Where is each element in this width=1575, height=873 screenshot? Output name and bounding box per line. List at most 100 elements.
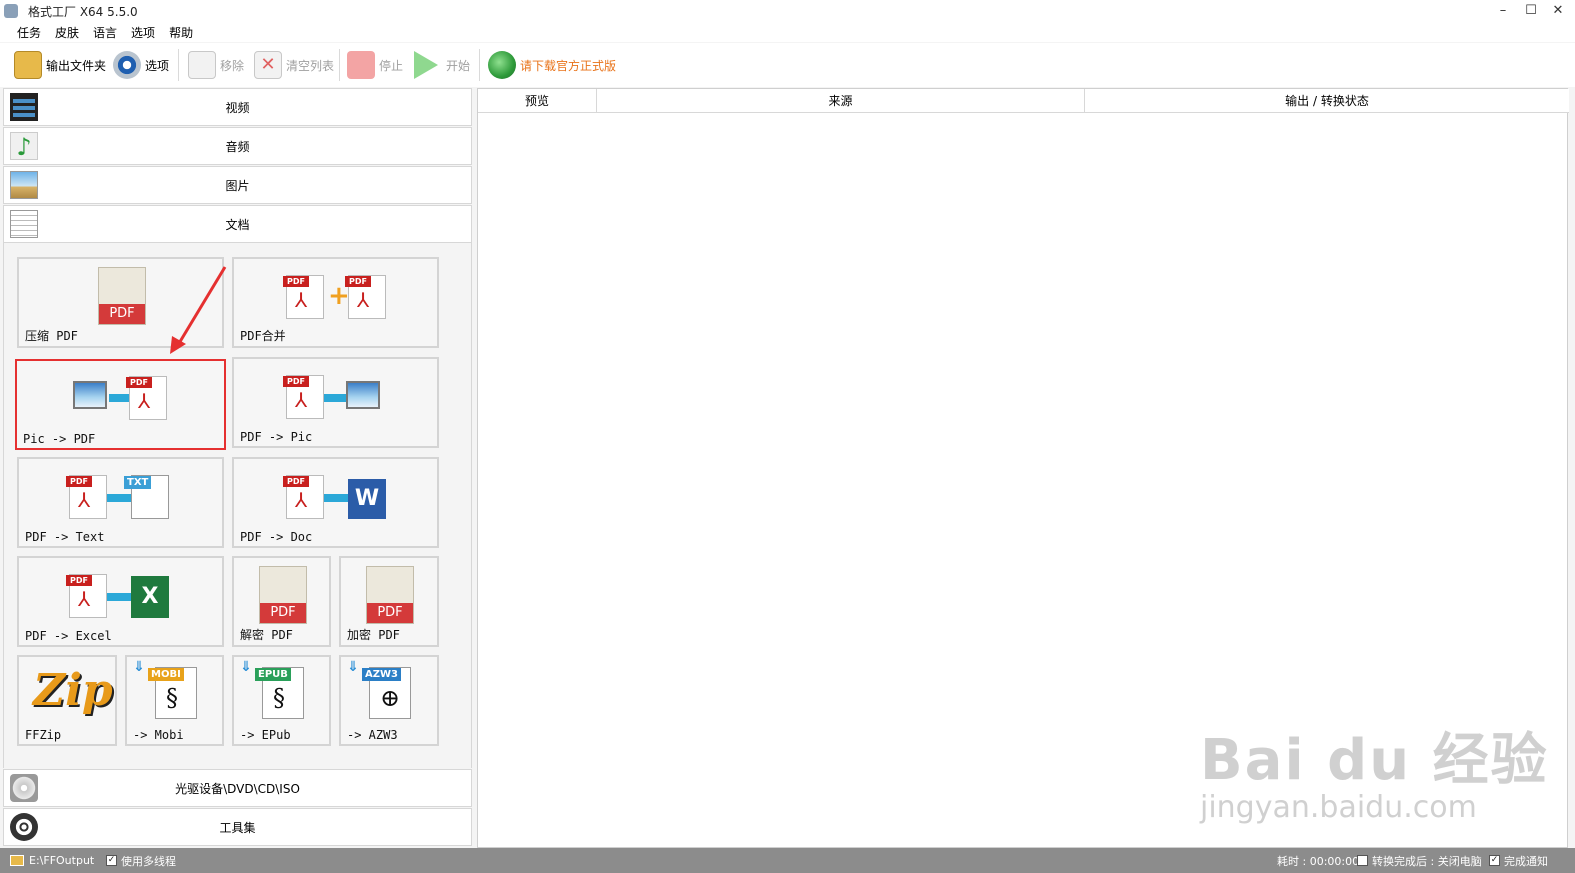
tile-decrypt-pdf[interactable]: PDF 解密 PDF: [232, 556, 331, 647]
pdf-file-icon: PDF ⅄: [66, 475, 107, 519]
tile-to-mobi[interactable]: ⇓ MOBI § -> Mobi: [125, 655, 224, 746]
close-button[interactable]: ✕: [1543, 0, 1573, 22]
lock-pdf-icon: PDF: [366, 566, 414, 624]
music-note-icon: ♪: [10, 132, 38, 161]
notify-checkbox[interactable]: ✓: [1489, 855, 1500, 866]
pdf-badge: PDF: [66, 476, 92, 487]
category-picture-label: 图片: [225, 178, 250, 193]
tile-pdf-to-doc[interactable]: PDF ⅄ W PDF -> Doc: [232, 457, 439, 548]
options-button[interactable]: 选项: [113, 49, 169, 81]
film-reel-icon: [10, 813, 38, 841]
multithread-checkbox[interactable]: ✓: [106, 855, 117, 866]
excel-icon: X: [131, 576, 169, 618]
download-official-label: 请下载官方正式版: [520, 58, 617, 73]
tile-label: 加密 PDF: [347, 628, 400, 642]
document-tools-grid: PDF 压缩 PDF PDF ⅄ + PDF ⅄ PDF合并 PDF ⅄ Pic…: [3, 243, 472, 768]
word-icon: W: [348, 479, 386, 519]
landscape-icon: [10, 171, 38, 199]
pdf-badge: PDF: [260, 603, 306, 623]
output-path[interactable]: E:\FFOutput: [10, 852, 94, 869]
tile-label: PDF合并: [240, 329, 286, 343]
stop-button[interactable]: 停止: [347, 49, 403, 81]
category-video[interactable]: 视频: [3, 88, 472, 126]
compress-pdf-icon: PDF: [98, 267, 146, 325]
tile-pic-to-pdf[interactable]: PDF ⅄ Pic -> PDF: [15, 359, 226, 450]
toolbar-divider: [178, 49, 179, 81]
category-toolbox[interactable]: 工具集: [3, 808, 472, 846]
column-source[interactable]: 来源: [597, 89, 1085, 113]
clear-list-button[interactable]: ✕ 清空列表: [254, 49, 334, 81]
app-logo-icon: [4, 4, 18, 18]
menu-help[interactable]: 帮助: [169, 24, 193, 41]
maximize-button[interactable]: ☐: [1516, 0, 1546, 22]
output-folder-button[interactable]: 输出文件夹: [14, 49, 106, 81]
category-audio[interactable]: ♪ 音频: [3, 127, 472, 165]
tile-pdf-to-pic[interactable]: PDF ⅄ PDF -> Pic: [232, 357, 439, 448]
notify-option[interactable]: ✓ 完成通知: [1489, 852, 1548, 869]
download-official-link[interactable]: 请下载官方正式版: [488, 49, 616, 81]
menu-task[interactable]: 任务: [17, 24, 41, 41]
pdf-badge: PDF: [66, 575, 92, 586]
gear-icon: [113, 51, 141, 79]
tile-pdf-to-excel[interactable]: PDF ⅄ X PDF -> Excel: [17, 556, 224, 647]
app-window: 格式工厂 X64 5.5.0 – ☐ ✕ 任务 皮肤 语言 选项 帮助 输出文件…: [0, 0, 1575, 873]
document-pencil-icon: [10, 210, 38, 238]
text-file-icon: TXT: [124, 475, 169, 519]
after-convert-option[interactable]: 转换完成后 : 关闭电脑: [1357, 852, 1482, 869]
column-output-status[interactable]: 输出 / 转换状态: [1085, 89, 1569, 113]
category-audio-label: 音频: [225, 139, 250, 154]
output-path-label: E:\FFOutput: [29, 854, 95, 867]
tile-label: PDF -> Doc: [240, 530, 313, 544]
epub-file-icon: EPUB §: [255, 667, 304, 719]
pdf-badge: PDF: [283, 276, 309, 287]
elapsed-label: 耗时 : 00:00:00: [1277, 854, 1360, 868]
azw3-badge: AZW3: [362, 668, 401, 681]
pdf-file-icon: PDF ⅄: [345, 275, 386, 319]
tile-compress-pdf[interactable]: PDF 压缩 PDF: [17, 257, 224, 348]
menu-options[interactable]: 选项: [131, 24, 155, 41]
tile-pdf-merge[interactable]: PDF ⅄ + PDF ⅄ PDF合并: [232, 257, 439, 348]
tile-encrypt-pdf[interactable]: PDF 加密 PDF: [339, 556, 439, 647]
category-document-label: 文档: [225, 217, 250, 232]
start-button[interactable]: 开始: [414, 49, 470, 81]
baidu-watermark: Bai du 经验 jingyan.baidu.com: [1200, 715, 1549, 825]
toolbar-divider: [479, 49, 480, 81]
tile-to-epub[interactable]: ⇓ EPUB § -> EPub: [232, 655, 331, 746]
pdf-file-icon: PDF ⅄: [66, 574, 107, 618]
pdf-file-icon: PDF ⅄: [126, 376, 167, 420]
tile-label: -> EPub: [240, 728, 291, 742]
azw3-file-icon: AZW3 ⊕: [362, 667, 411, 719]
clear-list-label: 清空列表: [286, 58, 335, 73]
category-optical-drive[interactable]: 光驱设备\DVD\CD\ISO: [3, 769, 472, 807]
start-label: 开始: [446, 58, 471, 73]
zip-icon: Zip: [33, 665, 113, 716]
menu-skin[interactable]: 皮肤: [55, 24, 79, 41]
tile-label: FFZip: [25, 728, 62, 742]
globe-icon: [488, 51, 516, 79]
remove-button[interactable]: 移除: [188, 49, 244, 81]
folder-icon: [10, 855, 24, 866]
menu-language[interactable]: 语言: [93, 24, 117, 41]
multithread-option[interactable]: ✓ 使用多线程: [106, 852, 176, 869]
epub-badge: EPUB: [255, 668, 291, 681]
download-arrow-icon: ⇓: [347, 659, 359, 675]
pdf-file-icon: PDF ⅄: [283, 375, 324, 419]
tile-label: PDF -> Text: [25, 530, 105, 544]
column-preview[interactable]: 预览: [478, 89, 597, 113]
category-toolbox-label: 工具集: [219, 820, 256, 835]
tile-to-azw3[interactable]: ⇓ AZW3 ⊕ -> AZW3: [339, 655, 439, 746]
tile-pdf-to-text[interactable]: PDF ⅄ TXT PDF -> Text: [17, 457, 224, 548]
category-picture[interactable]: 图片: [3, 166, 472, 204]
remove-file-icon: [188, 51, 216, 79]
film-strip-icon: [10, 93, 38, 121]
pdf-file-icon: PDF ⅄: [283, 275, 324, 319]
minimize-button[interactable]: –: [1488, 0, 1518, 22]
options-label: 选项: [145, 58, 170, 73]
play-icon: [414, 51, 438, 79]
after-convert-checkbox[interactable]: [1357, 855, 1368, 866]
tile-ffzip[interactable]: Zip FFZip: [17, 655, 117, 746]
tile-label: 压缩 PDF: [25, 329, 78, 343]
category-document[interactable]: 文档: [3, 205, 472, 243]
tile-label: PDF -> Excel: [25, 629, 112, 643]
pdf-badge: PDF: [99, 304, 145, 324]
